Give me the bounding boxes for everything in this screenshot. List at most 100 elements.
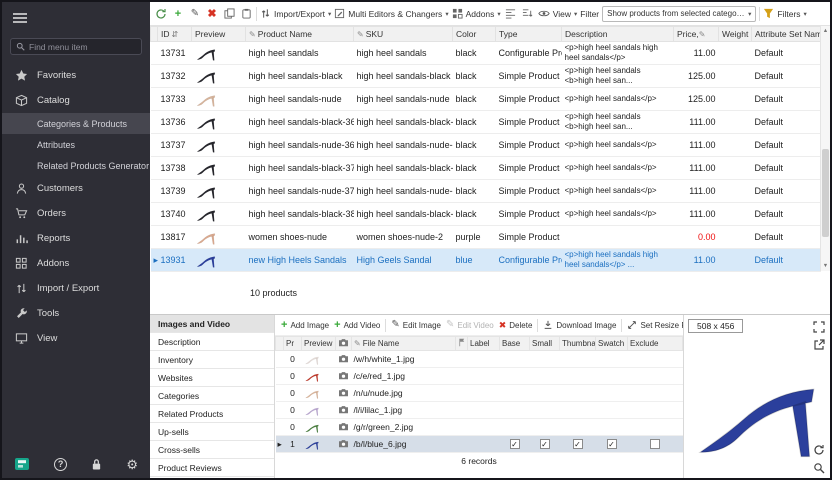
cell-base[interactable]: ✓	[500, 436, 530, 453]
col-sku[interactable]: ✎SKU	[354, 27, 453, 42]
search-input[interactable]	[29, 42, 136, 52]
download-image-button[interactable]: Download Image	[543, 320, 616, 330]
col-price[interactable]: Price,✎	[674, 27, 719, 42]
product-row[interactable]: 13817women shoes-nudewomen shoes-nude-2p…	[151, 226, 821, 249]
cell-small[interactable]: ✓	[530, 436, 560, 453]
sidebar-subitem-attributes[interactable]: Attributes	[2, 134, 150, 155]
sidebar-item-tools[interactable]: Tools	[2, 301, 150, 326]
cell-camera[interactable]	[336, 402, 352, 419]
cell-base[interactable]	[500, 419, 530, 436]
delete-button[interactable]: ✖Delete	[499, 320, 533, 330]
scroll-up-icon[interactable]: ▲	[821, 26, 830, 36]
product-row[interactable]: 13731high heel sandalshigh heel sandalsb…	[151, 42, 821, 65]
sidebar-subitem-categories-products[interactable]: Categories & Products	[2, 113, 150, 134]
col-base[interactable]: Base	[500, 337, 530, 351]
cell-base[interactable]	[500, 368, 530, 385]
checkbox[interactable]: ✓	[573, 439, 583, 449]
cell-small[interactable]	[530, 351, 560, 368]
store-icon[interactable]	[14, 457, 30, 471]
product-row[interactable]: 13737high heel sandals-nude-36high heel …	[151, 134, 821, 157]
open-external-icon[interactable]	[813, 338, 826, 351]
sidebar-search[interactable]	[10, 38, 142, 55]
col-small[interactable]: Small	[530, 337, 560, 351]
col-position[interactable]: Pr	[284, 337, 302, 351]
help-icon[interactable]: ?	[54, 458, 67, 471]
cell-camera[interactable]	[336, 385, 352, 402]
product-image-preview[interactable]	[684, 315, 830, 478]
cell-base[interactable]	[500, 385, 530, 402]
image-row[interactable]: 0/w/h/white_1.jpg	[276, 351, 683, 368]
sidebar-item-addons[interactable]: Addons	[2, 251, 150, 276]
edit-video-button[interactable]: ✎Edit Video	[446, 320, 494, 330]
tab-websites[interactable]: Websites	[150, 369, 274, 387]
checkbox[interactable]: ✓	[540, 439, 550, 449]
sidebar-item-customers[interactable]: Customers	[2, 176, 150, 201]
add-icon[interactable]: +	[171, 7, 185, 21]
cell-exclude[interactable]	[628, 402, 683, 419]
lock-icon[interactable]	[91, 458, 102, 471]
sidebar-subitem-related-products-generator[interactable]: Related Products Generator	[2, 155, 150, 176]
cell-swatch[interactable]	[596, 385, 628, 402]
cell-camera[interactable]	[336, 368, 352, 385]
col-id[interactable]: ID⇵	[158, 27, 192, 42]
cell-thumbnail[interactable]	[560, 385, 596, 402]
refresh-icon[interactable]	[154, 7, 168, 21]
tab-up-sells[interactable]: Up-sells	[150, 423, 274, 441]
tab-inventory[interactable]: Inventory	[150, 351, 274, 369]
sidebar-item-orders[interactable]: Orders	[2, 201, 150, 226]
expand-rows-icon[interactable]	[504, 7, 518, 21]
edit-icon[interactable]: ✎	[188, 7, 202, 21]
add-image-button[interactable]: +Add Image	[281, 320, 329, 330]
col-color[interactable]: Color	[453, 27, 496, 42]
tab-cross-sells[interactable]: Cross-sells	[150, 441, 274, 459]
cell-exclude[interactable]	[628, 436, 683, 453]
product-row[interactable]: 13736high heel sandals-black-36high heel…	[151, 111, 821, 134]
cell-small[interactable]	[530, 385, 560, 402]
sidebar-item-catalog[interactable]: Catalog	[2, 88, 150, 113]
category-filter-select[interactable]: Show products from selected categories▾	[602, 6, 756, 22]
product-row[interactable]: ▸13931new High Heels SandalsHigh Geels S…	[151, 249, 821, 272]
sidebar-item-view[interactable]: View	[2, 326, 150, 351]
product-row[interactable]: 13740high heel sandals-black-38high heel…	[151, 203, 821, 226]
col-weight[interactable]: Weight	[719, 27, 752, 42]
col-label[interactable]: Label	[468, 337, 500, 351]
filters-menu[interactable]: Filters▾	[763, 8, 806, 19]
cell-camera[interactable]	[336, 436, 352, 453]
checkbox[interactable]: ✓	[607, 439, 617, 449]
cell-small[interactable]	[530, 419, 560, 436]
scroll-thumb[interactable]	[822, 149, 829, 237]
col-attribute-set[interactable]: Attribute Set Name	[752, 27, 821, 42]
tab-description[interactable]: Description	[150, 333, 274, 351]
cell-thumbnail[interactable]	[560, 419, 596, 436]
multi-editors-menu[interactable]: Multi Editors & Changers▾	[334, 8, 448, 19]
fullscreen-icon[interactable]	[813, 320, 826, 333]
col-description[interactable]: Description	[562, 27, 674, 42]
add-video-button[interactable]: +Add Video	[334, 320, 380, 330]
grid-scrollbar[interactable]: ▲ ▼	[820, 26, 830, 271]
image-row[interactable]: ▸1/b/l/blue_6.jpg✓✓✓✓	[276, 436, 683, 453]
view-menu[interactable]: View▾	[538, 9, 578, 19]
gear-icon[interactable]: ⚙	[126, 458, 138, 471]
col-file-name[interactable]: ✎File Name	[352, 337, 456, 351]
col-exclude[interactable]: Exclude	[628, 337, 683, 351]
tab-categories[interactable]: Categories	[150, 387, 274, 405]
cell-exclude[interactable]	[628, 351, 683, 368]
copy-icon[interactable]	[222, 7, 236, 21]
sidebar-item-favorites[interactable]: Favorites	[2, 63, 150, 88]
import-export-menu[interactable]: Import/Export▾	[260, 8, 331, 19]
product-row[interactable]: 13733high heel sandals-nudehigh heel san…	[151, 88, 821, 111]
sort-rows-icon[interactable]	[521, 7, 535, 21]
edit-image-button[interactable]: ✎Edit Image	[391, 320, 441, 330]
col-preview[interactable]: Preview	[192, 27, 246, 42]
image-row[interactable]: 0/n/u/nude.jpg	[276, 385, 683, 402]
cell-base[interactable]	[500, 351, 530, 368]
sidebar-item-import-export[interactable]: Import / Export	[2, 276, 150, 301]
col-preview[interactable]: Preview	[302, 337, 336, 351]
cell-camera[interactable]	[336, 351, 352, 368]
cell-thumbnail[interactable]	[560, 351, 596, 368]
product-row[interactable]: 13732high heel sandals-blackhigh heel sa…	[151, 65, 821, 88]
product-row[interactable]: 13739high heel sandals-nude-37high heel …	[151, 180, 821, 203]
addons-menu[interactable]: Addons▾	[452, 8, 501, 19]
cell-thumbnail[interactable]	[560, 368, 596, 385]
cell-camera[interactable]	[336, 419, 352, 436]
